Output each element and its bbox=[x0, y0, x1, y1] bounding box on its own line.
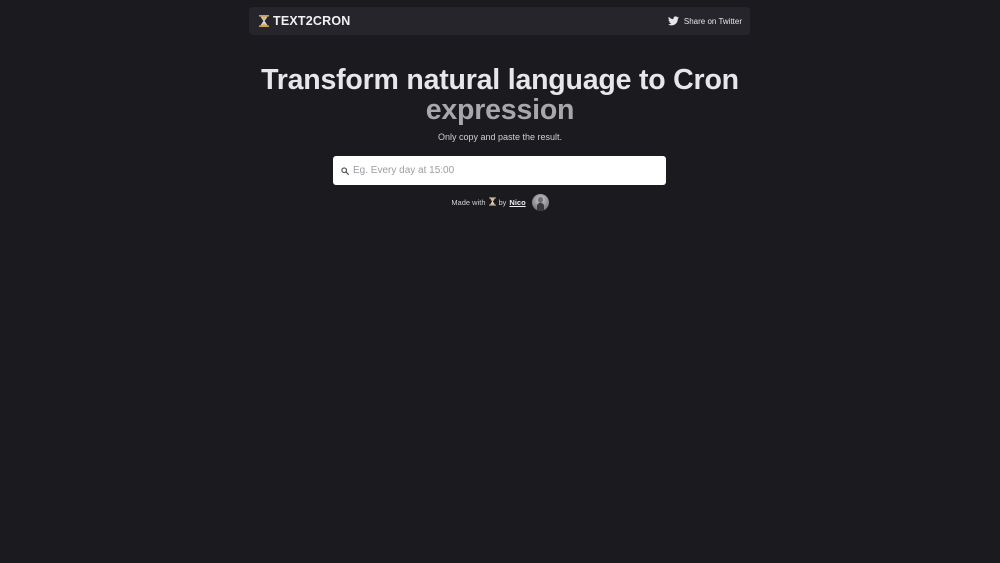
made-with-label: Made with bbox=[451, 198, 486, 207]
top-navbar: TEXT2CRON Share on Twitter bbox=[249, 7, 750, 35]
by-label: by bbox=[498, 198, 507, 207]
author-link[interactable]: Nico bbox=[509, 198, 525, 207]
hourglass-icon bbox=[259, 15, 269, 27]
twitter-icon bbox=[667, 16, 679, 26]
page-subtitle: Only copy and paste the result. bbox=[437, 132, 563, 142]
hero-section: Transform natural language to Cron expre… bbox=[0, 64, 1000, 142]
share-on-twitter-button[interactable]: Share on Twitter bbox=[667, 16, 742, 26]
brand-link[interactable]: TEXT2CRON bbox=[259, 14, 351, 28]
hourglass-icon bbox=[488, 197, 496, 208]
search-icon bbox=[341, 166, 349, 175]
search-input[interactable] bbox=[353, 165, 653, 176]
avatar[interactable] bbox=[531, 194, 549, 211]
page-title: Transform natural language to Cron bbox=[261, 64, 739, 96]
share-label: Share on Twitter bbox=[683, 16, 742, 26]
credits-line: Made with by Nico bbox=[0, 194, 1000, 211]
page-title-highlight: expression bbox=[425, 94, 575, 126]
search-box[interactable] bbox=[333, 156, 666, 185]
brand-name: TEXT2CRON bbox=[273, 14, 351, 28]
